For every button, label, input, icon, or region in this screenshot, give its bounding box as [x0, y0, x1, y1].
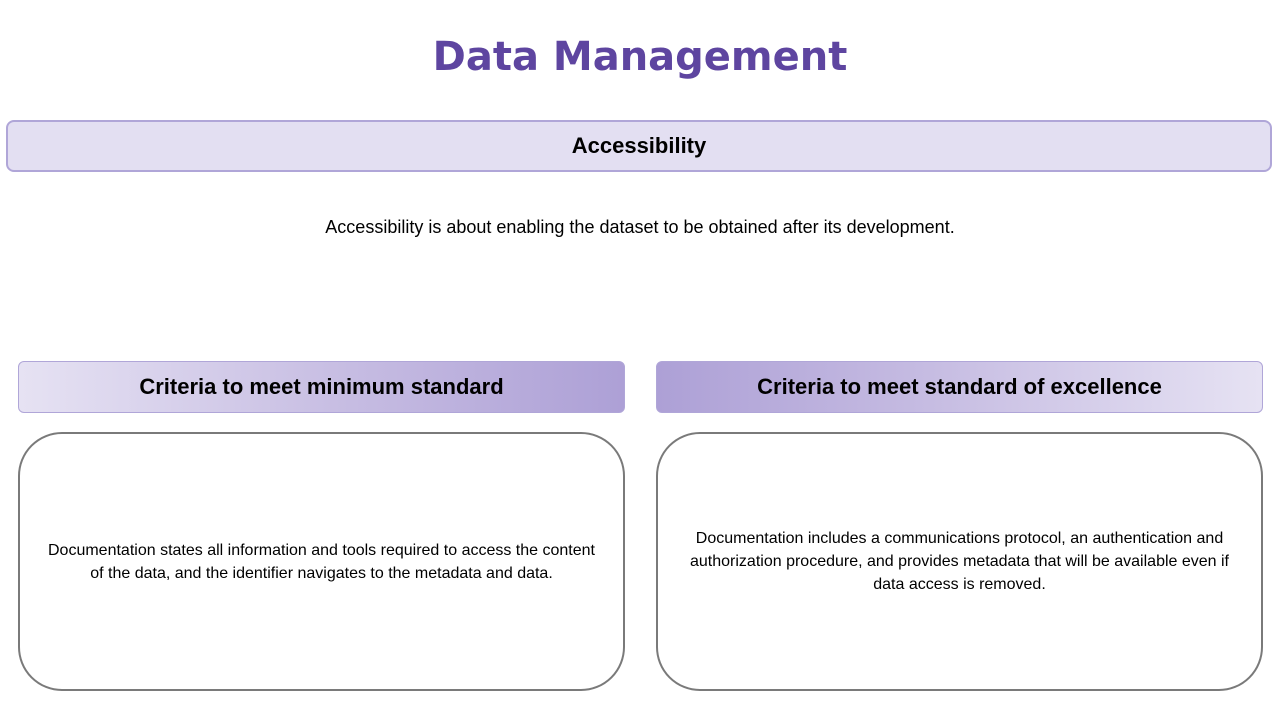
section-heading-bar: Accessibility: [6, 120, 1272, 172]
minimum-standard-box: Documentation states all information and…: [18, 432, 625, 691]
section-description: Accessibility is about enabling the data…: [325, 217, 955, 237]
section-heading: Accessibility: [571, 133, 707, 158]
excellence-standard-box: Documentation includes a communications …: [656, 432, 1263, 691]
excellence-standard-header: Criteria to meet standard of excellence: [656, 361, 1263, 413]
excellence-standard-heading: Criteria to meet standard of excellence: [757, 374, 1162, 399]
slide-title: Data Management: [432, 34, 848, 80]
excellence-standard-text: Documentation includes a communications …: [690, 530, 1229, 593]
slide: Data Management Accessibility Accessibil…: [0, 0, 1280, 720]
minimum-standard-heading: Criteria to meet minimum standard: [139, 374, 504, 399]
minimum-standard-text: Documentation states all information and…: [48, 541, 595, 582]
minimum-standard-header: Criteria to meet minimum standard: [18, 361, 625, 413]
